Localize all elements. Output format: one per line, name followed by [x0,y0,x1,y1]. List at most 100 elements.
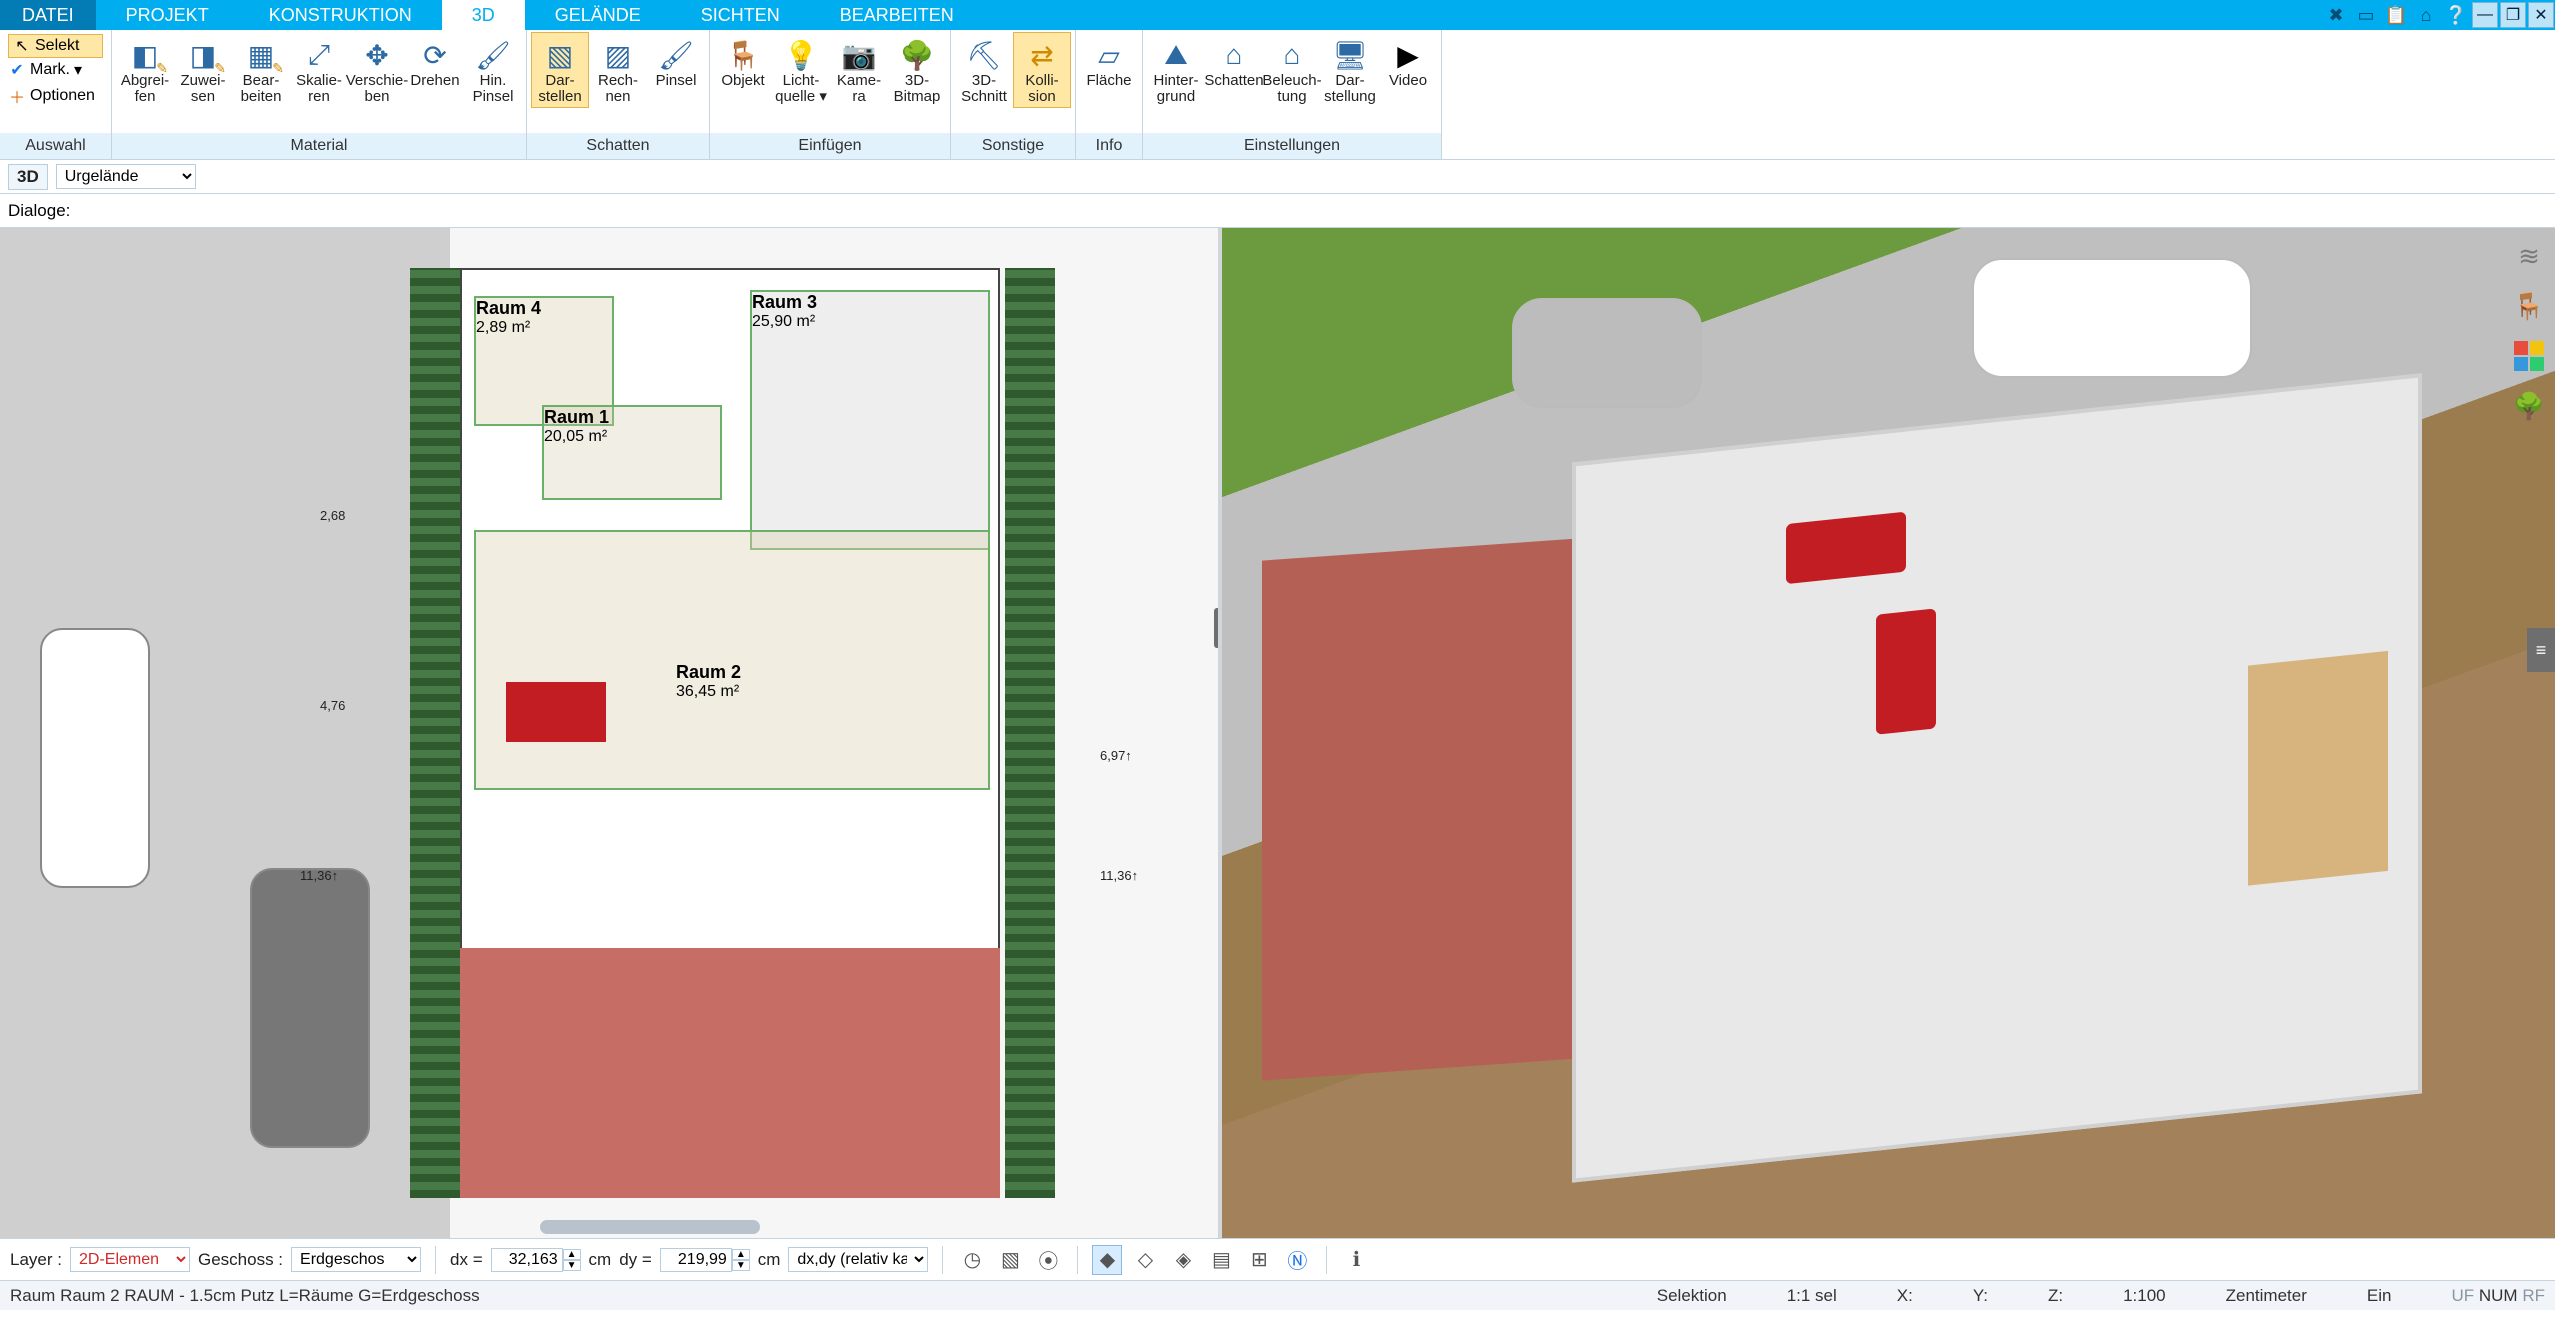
render-mode-3-icon[interactable]: ◈ [1168,1245,1198,1275]
car-3d-2 [1512,298,1702,408]
building-3d [1572,373,2422,1182]
status-selection-label: Selektion [1657,1286,1727,1306]
move-icon: ✥ [358,37,396,73]
menu-tab-projekt[interactable]: PROJEKT [96,0,239,30]
kollision-button[interactable]: ⇄Kolli- sion [1013,32,1071,108]
kamera-button[interactable]: 📷Kame- ra [830,32,888,108]
chair-icon: 🪑 [724,37,762,73]
compass-icon[interactable]: Ⓝ [1282,1245,1312,1275]
patio-3d [1262,535,1622,1080]
quick-tool-icon[interactable]: ✖ [2324,3,2348,27]
layers-icon[interactable]: ≋ [2511,238,2547,274]
zuweisen-button[interactable]: ◨Zuwei- sen [174,32,232,108]
status-ein: Ein [2367,1286,2392,1306]
selekt-label: Selekt [35,37,79,55]
room-1[interactable]: Raum 120,05 m² [542,405,722,500]
quick-clipboard-icon[interactable]: 📋 [2384,3,2408,27]
dx-input[interactable] [491,1248,563,1272]
coord-mode-dropdown[interactable]: dx,dy (relativ ka [788,1247,928,1272]
group-title-einfuegen: Einfügen [710,133,950,159]
quick-tablet-icon[interactable]: ▭ [2354,3,2378,27]
furniture-icon[interactable]: 🪑 [2511,288,2547,324]
render-mode-1-icon[interactable]: ◆ [1092,1245,1122,1275]
dialoge-label: Dialoge: [8,201,70,221]
background-icon: ⛰ [1157,37,1195,73]
mark-dropdown[interactable]: ✔ Mark.▾ [8,58,103,82]
dy-down[interactable]: ▼ [732,1260,750,1271]
schatten-settings-button[interactable]: ⌂Schatten [1205,32,1263,108]
info-tool-icon[interactable]: ℹ [1341,1245,1371,1275]
optionen-button[interactable]: ＋ Optionen [8,82,103,110]
dx-unit: cm [589,1250,612,1270]
eyedropper-icon: ◧ [126,37,164,73]
screenshot-icon[interactable]: ▧ [995,1245,1025,1275]
window-minimize-button[interactable]: — [2472,2,2498,28]
hinpinsel-button[interactable]: 🖌Hin. Pinsel [464,32,522,108]
scrollbar-horizontal-2d[interactable] [540,1220,760,1234]
bitmap3d-button[interactable]: 🌳3D- Bitmap [888,32,946,108]
darstellen-button[interactable]: ▧Dar- stellen [531,32,589,108]
window-close-button[interactable]: ✕ [2528,2,2554,28]
viewport-2d[interactable]: Raum 42,89 m² Raum 120,05 m² Raum 325,90… [0,228,1222,1238]
layer-dropdown[interactable]: 2D-Elemen [70,1247,190,1272]
dx-up[interactable]: ▲ [563,1249,581,1260]
camera-icon: 📷 [840,37,878,73]
selekt-toggle[interactable]: ↖ Selekt [8,34,103,58]
dx-down[interactable]: ▼ [563,1260,581,1271]
record-icon[interactable]: ⦿ [1033,1245,1063,1275]
clock-icon[interactable]: ◷ [957,1245,987,1275]
menu-tab-gelaende[interactable]: GELÄNDE [525,0,671,30]
abgreifen-button[interactable]: ◧Abgrei- fen [116,32,174,108]
stairs-3d [2248,651,2388,886]
dy-up[interactable]: ▲ [732,1249,750,1260]
optionen-label: Optionen [30,87,95,105]
menu-tab-sichten[interactable]: SICHTEN [671,0,810,30]
area-icon: ▱ [1090,37,1128,73]
materials-icon[interactable] [2511,338,2547,374]
hintergrund-button[interactable]: ⛰Hinter- grund [1147,32,1205,108]
schnitt3d-button[interactable]: ⛏3D- Schnitt [955,32,1013,108]
workspace: Raum 42,89 m² Raum 120,05 m² Raum 325,90… [0,228,2555,1238]
window-restore-button[interactable]: ❐ [2500,2,2526,28]
render-mode-2-icon[interactable]: ◇ [1130,1245,1160,1275]
terrain-dropdown[interactable]: Urgelände [56,164,196,189]
lichtquelle-button[interactable]: 💡Licht- quelle ▾ [772,32,830,108]
drehen-button[interactable]: ⟳Drehen [406,32,464,108]
viewport-3d[interactable]: ≋ 🪑 🌳 ≡ [1222,228,2555,1238]
flaeche-button[interactable]: ▱Fläche [1080,32,1138,108]
lighting-icon: ⌂ [1273,37,1311,73]
video-button[interactable]: ▶Video [1379,32,1437,108]
plants-icon[interactable]: 🌳 [2511,388,2547,424]
menu-tab-3d[interactable]: 3D [442,0,525,30]
car-2d-1 [40,628,150,888]
skalieren-button[interactable]: ⤢Skalie- ren [290,32,348,108]
palette-collapse-handle[interactable]: ≡ [2527,628,2555,672]
quick-help-icon[interactable]: ❔ [2444,3,2468,27]
dy-input[interactable] [660,1248,732,1272]
mark-label: Mark. [30,61,70,79]
status-z: Z: [2048,1286,2063,1306]
beleuchtung-button[interactable]: ⌂Beleuch- tung [1263,32,1321,108]
menu-tab-konstruktion[interactable]: KONSTRUKTION [239,0,442,30]
grid-icon[interactable]: ⊞ [1244,1245,1274,1275]
verschieben-button[interactable]: ✥Verschie- ben [348,32,406,108]
menubar: DATEI PROJEKT KONSTRUKTION 3D GELÄNDE SI… [0,0,2555,30]
geschoss-dropdown[interactable]: Erdgeschos [291,1247,421,1272]
room-3[interactable]: Raum 325,90 m² [750,290,990,550]
pinsel-schatten-button[interactable]: 🖌Pinsel [647,32,705,108]
quick-home-icon[interactable]: ⌂ [2414,3,2438,27]
status-bar: Raum Raum 2 RAUM - 1.5cm Putz L=Räume G=… [0,1280,2555,1310]
bearbeiten-button[interactable]: ▦Bear- beiten [232,32,290,108]
status-selection-info: Raum Raum 2 RAUM - 1.5cm Putz L=Räume G=… [10,1286,480,1306]
render-mode-4-icon[interactable]: ▤ [1206,1245,1236,1275]
dx-label: dx = [450,1250,483,1270]
geschoss-label: Geschoss : [198,1250,283,1270]
pane-splitter[interactable] [1214,608,1222,648]
menu-tab-datei[interactable]: DATEI [0,0,96,30]
menu-tab-bearbeiten[interactable]: BEARBEITEN [810,0,984,30]
rechnen-button[interactable]: ▨Rech- nen [589,32,647,108]
room-2[interactable]: Raum 236,45 m² [474,530,990,790]
objekt-button[interactable]: 🪑Objekt [714,32,772,108]
section-icon: ⛏ [965,37,1003,73]
darstellung-button[interactable]: 🖥Dar- stellung [1321,32,1379,108]
